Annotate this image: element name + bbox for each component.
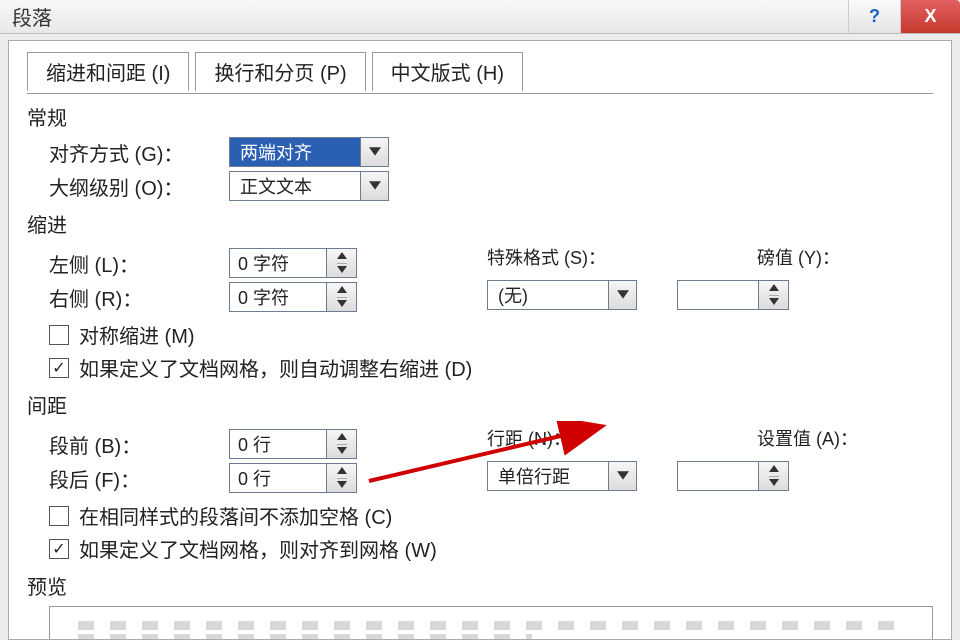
spin-down-icon[interactable]	[337, 445, 347, 459]
preview-box	[49, 606, 933, 640]
section-general: 常规	[27, 102, 933, 131]
alignment-combo[interactable]: 两端对齐	[229, 137, 389, 167]
space-after-spinner[interactable]: 0 行	[229, 463, 357, 493]
spin-down-icon[interactable]	[337, 264, 347, 278]
line-spacing-value: 单倍行距	[488, 462, 608, 490]
tab-indent-spacing[interactable]: 缩进和间距 (I)	[27, 52, 189, 91]
alignment-value: 两端对齐	[230, 138, 360, 166]
snap-to-grid-label: 如果定义了文档网格，则对齐到网格 (W)	[79, 534, 437, 563]
outline-combo[interactable]: 正文文本	[229, 171, 389, 201]
no-space-same-style-checkbox[interactable]	[49, 506, 69, 526]
indent-right-label: 右侧 (R)：	[49, 283, 219, 312]
mirror-indent-label: 对称缩进 (M)	[79, 320, 195, 349]
space-before-spinner[interactable]: 0 行	[229, 429, 357, 459]
help-button[interactable]: ?	[848, 0, 900, 33]
outline-label: 大纲级别 (O)：	[49, 172, 219, 201]
section-spacing: 间距	[27, 390, 933, 419]
indent-by-label: 磅值 (Y)：	[757, 244, 840, 270]
spacing-at-value	[678, 462, 758, 490]
indent-left-spinner[interactable]: 0 字符	[229, 248, 357, 278]
space-before-value: 0 行	[230, 430, 326, 458]
spin-down-icon[interactable]	[769, 296, 779, 310]
spin-up-icon[interactable]	[769, 281, 779, 296]
chevron-down-icon[interactable]	[360, 138, 388, 166]
section-preview: 预览	[27, 571, 933, 600]
spin-up-icon[interactable]	[337, 283, 347, 298]
mirror-indent-checkbox[interactable]	[49, 325, 69, 345]
chevron-down-icon[interactable]	[360, 172, 388, 200]
special-format-value: (无)	[488, 281, 608, 309]
alignment-label: 对齐方式 (G)：	[49, 138, 219, 167]
tab-asian-typography[interactable]: 中文版式 (H)	[372, 52, 523, 91]
special-format-combo[interactable]: (无)	[487, 280, 637, 310]
section-indent: 缩进	[27, 209, 933, 238]
spin-down-icon[interactable]	[337, 479, 347, 493]
line-spacing-label: 行距 (N)：	[487, 425, 677, 451]
spin-up-icon[interactable]	[769, 462, 779, 477]
indent-by-spinner[interactable]	[677, 280, 789, 310]
spin-up-icon[interactable]	[337, 249, 347, 264]
close-button[interactable]: X	[900, 0, 960, 33]
tab-pagination[interactable]: 换行和分页 (P)	[195, 52, 365, 91]
space-before-label: 段前 (B)：	[49, 430, 219, 459]
no-space-same-style-label: 在相同样式的段落间不添加空格 (C)	[79, 501, 392, 530]
outline-value: 正文文本	[230, 172, 360, 200]
space-after-value: 0 行	[230, 464, 326, 492]
spacing-at-spinner[interactable]	[677, 461, 789, 491]
indent-left-label: 左侧 (L)：	[49, 249, 219, 278]
spacing-at-label: 设置值 (A)：	[757, 425, 858, 451]
window-title: 段落	[12, 2, 52, 31]
chevron-down-icon[interactable]	[608, 281, 636, 309]
snap-to-grid-checkbox[interactable]	[49, 539, 69, 559]
line-spacing-combo[interactable]: 单倍行距	[487, 461, 637, 491]
space-after-label: 段后 (F)：	[49, 464, 219, 493]
spin-down-icon[interactable]	[337, 298, 347, 312]
auto-adjust-indent-checkbox[interactable]	[49, 358, 69, 378]
auto-adjust-indent-label: 如果定义了文档网格，则自动调整右缩进 (D)	[79, 353, 472, 382]
special-format-label: 特殊格式 (S)：	[487, 244, 677, 270]
chevron-down-icon[interactable]	[608, 462, 636, 490]
spin-up-icon[interactable]	[337, 464, 347, 479]
indent-right-value: 0 字符	[230, 283, 326, 311]
spin-down-icon[interactable]	[769, 477, 779, 491]
indent-by-value	[678, 281, 758, 309]
spin-up-icon[interactable]	[337, 430, 347, 445]
indent-right-spinner[interactable]: 0 字符	[229, 282, 357, 312]
indent-left-value: 0 字符	[230, 249, 326, 277]
